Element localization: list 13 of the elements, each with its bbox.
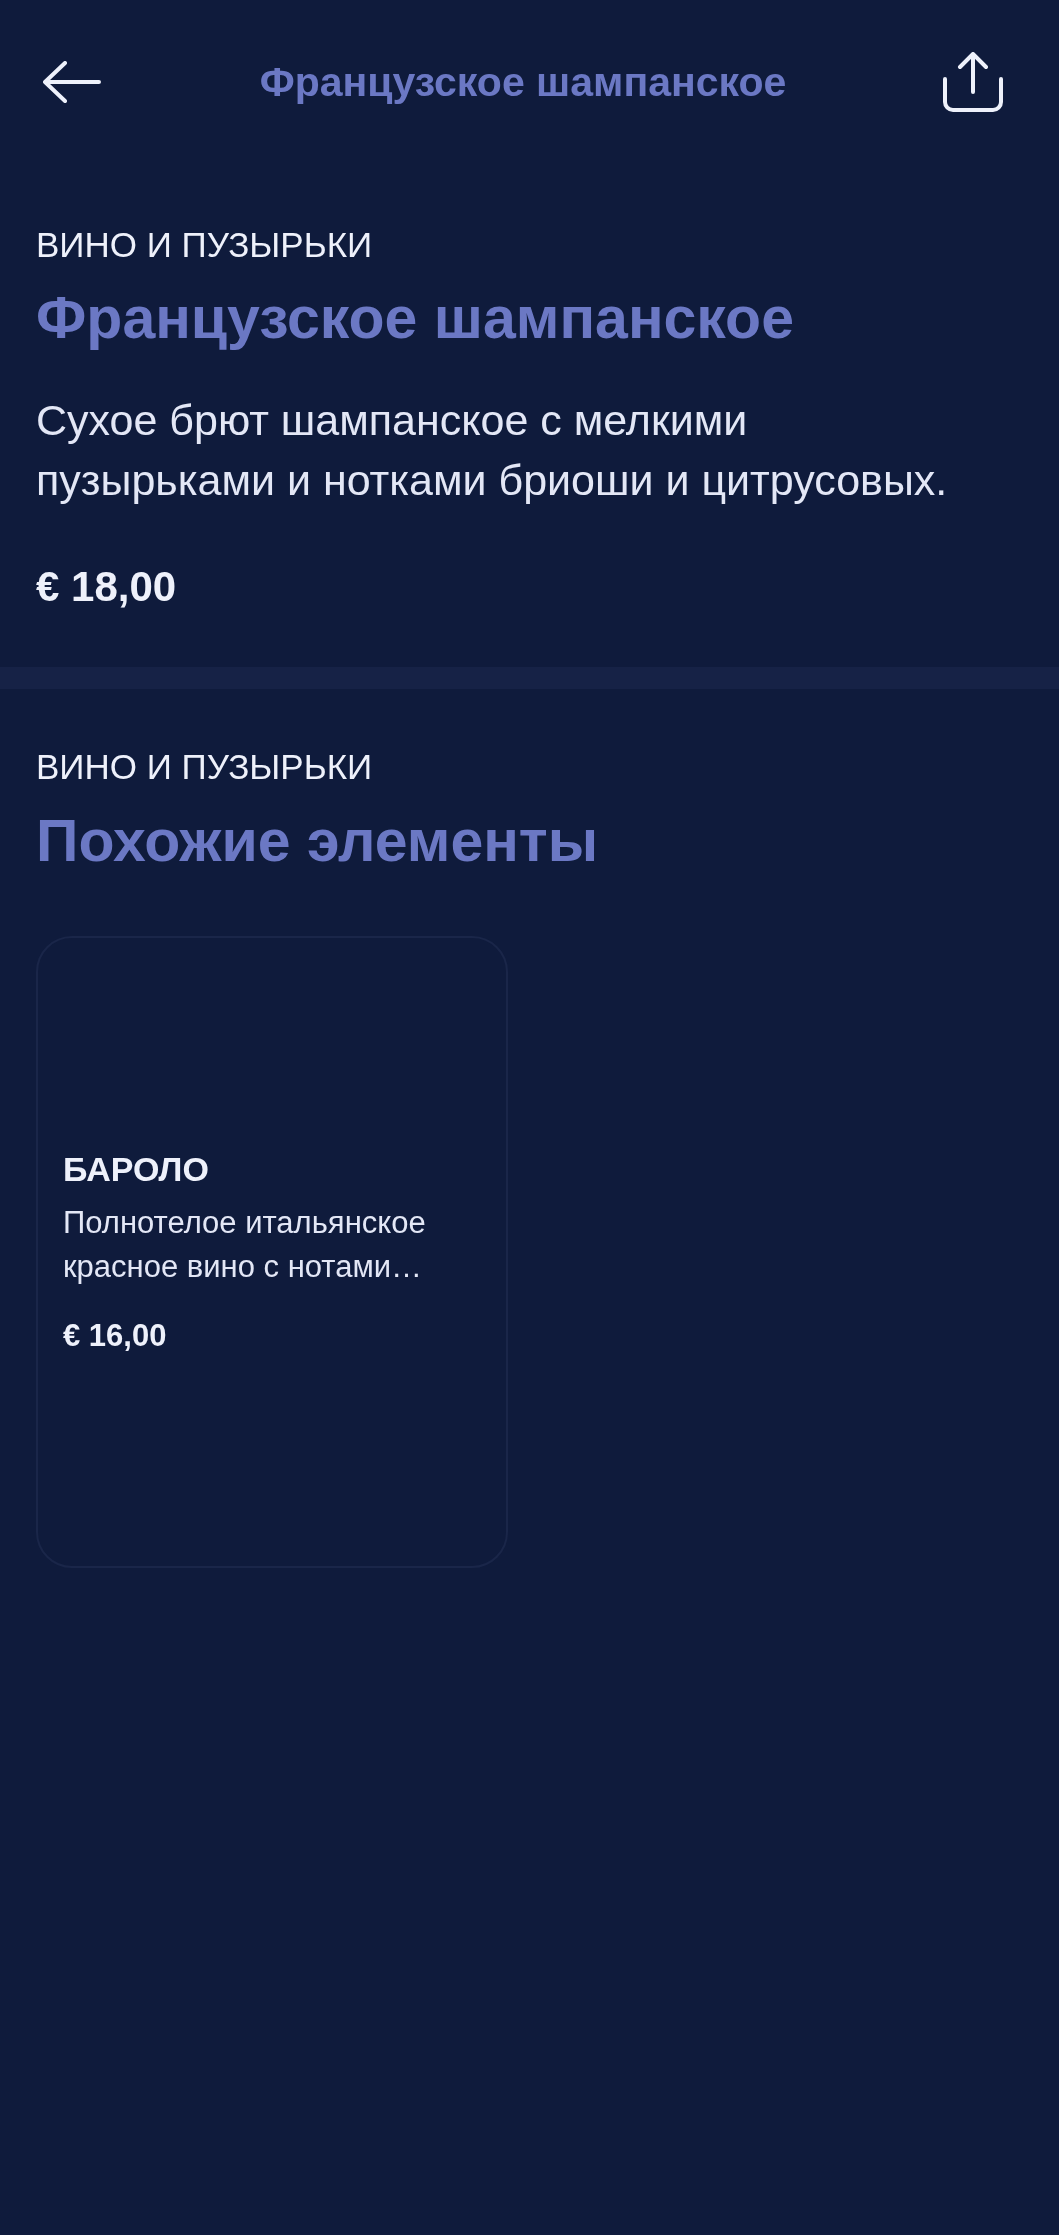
page-title: Французское шампанское xyxy=(259,58,787,107)
product-card[interactable]: БАРОЛО Полнотелое итальянское красное вино с нотами… € 16,00 xyxy=(36,936,508,1568)
category-label: ВИНО И ПУЗЫРЬКИ xyxy=(36,224,374,266)
section-title: Похожие элементы xyxy=(36,807,600,876)
left-arrow-icon[interactable] xyxy=(43,61,101,103)
product-description: Сухое брют шампанское с мелкими пузырьками и нотками бриоши и цитрусовых. xyxy=(36,395,949,506)
card-title: БАРОЛО xyxy=(63,1149,210,1190)
category-label: ВИНО И ПУЗЫРЬКИ xyxy=(36,746,374,788)
card-description: Полнотелое итальянское красное вино с нотами… xyxy=(63,1204,427,1286)
share-icon[interactable] xyxy=(943,52,1003,112)
card-price: € 16,00 xyxy=(63,1317,168,1355)
product-name: Французское шампанское xyxy=(36,284,795,353)
product-price: € 18,00 xyxy=(36,562,178,612)
